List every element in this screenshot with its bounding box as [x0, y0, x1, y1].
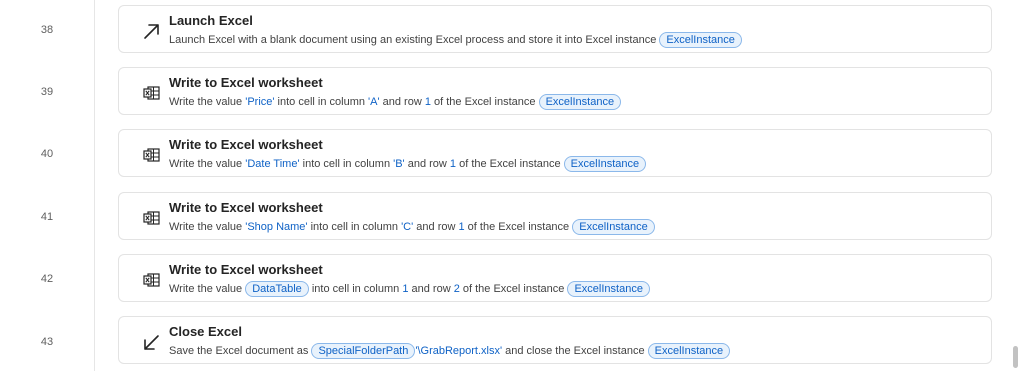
- column-literal: 'A': [368, 96, 380, 108]
- close-arrow-icon: [141, 331, 163, 353]
- line-number: 39: [40, 86, 54, 98]
- action-description: Launch Excel with a blank document using…: [169, 32, 742, 48]
- variable-pill-excelinstance[interactable]: ExcelInstance: [567, 281, 650, 297]
- action-description: Write the value DataTable into cell in c…: [169, 281, 650, 297]
- value-literal: 'Date Time': [245, 158, 300, 170]
- excel-worksheet-icon: [141, 82, 163, 104]
- excel-worksheet-icon: [141, 269, 163, 291]
- variable-pill-excelinstance[interactable]: ExcelInstance: [563, 156, 647, 172]
- action-description: Write the value 'Price' into cell in col…: [169, 94, 622, 110]
- action-title: Write to Excel worksheet: [169, 262, 323, 277]
- variable-pill-datatable[interactable]: DataTable: [245, 281, 309, 297]
- desc-text: Write the value: [169, 283, 246, 295]
- action-title: Close Excel: [169, 324, 242, 339]
- line-number: 41: [40, 211, 54, 223]
- action-description: Write the value 'Date Time' into cell in…: [169, 156, 647, 172]
- line-number: 40: [40, 148, 54, 160]
- desc-text: Write the value: [169, 96, 246, 108]
- desc-text: Save the Excel document as: [169, 345, 312, 357]
- desc-text: and row: [408, 283, 454, 295]
- column-literal: 'C': [401, 221, 414, 233]
- desc-text: of the Excel instance: [464, 221, 573, 233]
- action-card-launch-excel[interactable]: Launch Excel Launch Excel with a blank d…: [118, 5, 992, 53]
- value-literal: 'Price': [245, 96, 275, 108]
- action-card-write-datatable[interactable]: Write to Excel worksheet Write the value…: [118, 254, 992, 302]
- line-number: 42: [40, 273, 54, 285]
- desc-text: Write the value: [169, 221, 246, 233]
- desc-text: of the Excel instance: [456, 158, 564, 170]
- excel-worksheet-icon: [141, 207, 163, 229]
- path-literal: '\GrabReport.xlsx': [415, 345, 503, 357]
- action-title: Launch Excel: [169, 13, 253, 28]
- action-card-write-price[interactable]: Write to Excel worksheet Write the value…: [118, 67, 992, 115]
- action-description: Write the value 'Shop Name' into cell in…: [169, 219, 655, 235]
- vertical-scrollbar-thumb[interactable]: [1013, 346, 1018, 368]
- desc-text: into cell in column: [274, 96, 369, 108]
- line-number: 38: [40, 24, 54, 36]
- desc-text: and row: [404, 158, 450, 170]
- column-literal: 'B': [393, 158, 405, 170]
- action-title: Write to Excel worksheet: [169, 75, 323, 90]
- desc-text: into cell in column: [299, 158, 394, 170]
- action-card-close-excel[interactable]: Close Excel Save the Excel document as S…: [118, 316, 992, 364]
- desc-text: and row: [413, 221, 459, 233]
- desc-text: into cell in column: [307, 221, 402, 233]
- excel-worksheet-icon: [141, 144, 163, 166]
- launch-arrow-icon: [141, 20, 163, 42]
- desc-text: of the Excel instance: [430, 96, 539, 108]
- flow-designer-canvas: 38 39 40 41 42 43 Launch Excel Launch Ex…: [0, 0, 1023, 371]
- action-title: Write to Excel worksheet: [169, 200, 323, 215]
- variable-pill-excelinstance[interactable]: ExcelInstance: [659, 32, 742, 48]
- desc-text: of the Excel instance: [459, 283, 568, 295]
- desc-text: Launch Excel with a blank document using…: [169, 34, 660, 46]
- variable-pill-excelinstance[interactable]: ExcelInstance: [538, 94, 622, 110]
- action-description: Save the Excel document as SpecialFolder…: [169, 343, 731, 359]
- desc-text: and close the Excel instance: [502, 345, 648, 357]
- desc-text: into cell in column: [308, 283, 403, 295]
- variable-pill-excelinstance[interactable]: ExcelInstance: [572, 219, 655, 235]
- variable-pill-excelinstance[interactable]: ExcelInstance: [647, 343, 731, 359]
- variable-pill-specialfolderpath[interactable]: SpecialFolderPath: [311, 343, 416, 359]
- value-literal: 'Shop Name': [245, 221, 308, 233]
- line-number-gutter: 38 39 40 41 42 43: [0, 0, 95, 371]
- desc-text: Write the value: [169, 158, 246, 170]
- action-card-write-shop-name[interactable]: Write to Excel worksheet Write the value…: [118, 192, 992, 240]
- action-title: Write to Excel worksheet: [169, 137, 323, 152]
- line-number: 43: [40, 336, 54, 348]
- action-card-write-date-time[interactable]: Write to Excel worksheet Write the value…: [118, 129, 992, 177]
- desc-text: and row: [379, 96, 425, 108]
